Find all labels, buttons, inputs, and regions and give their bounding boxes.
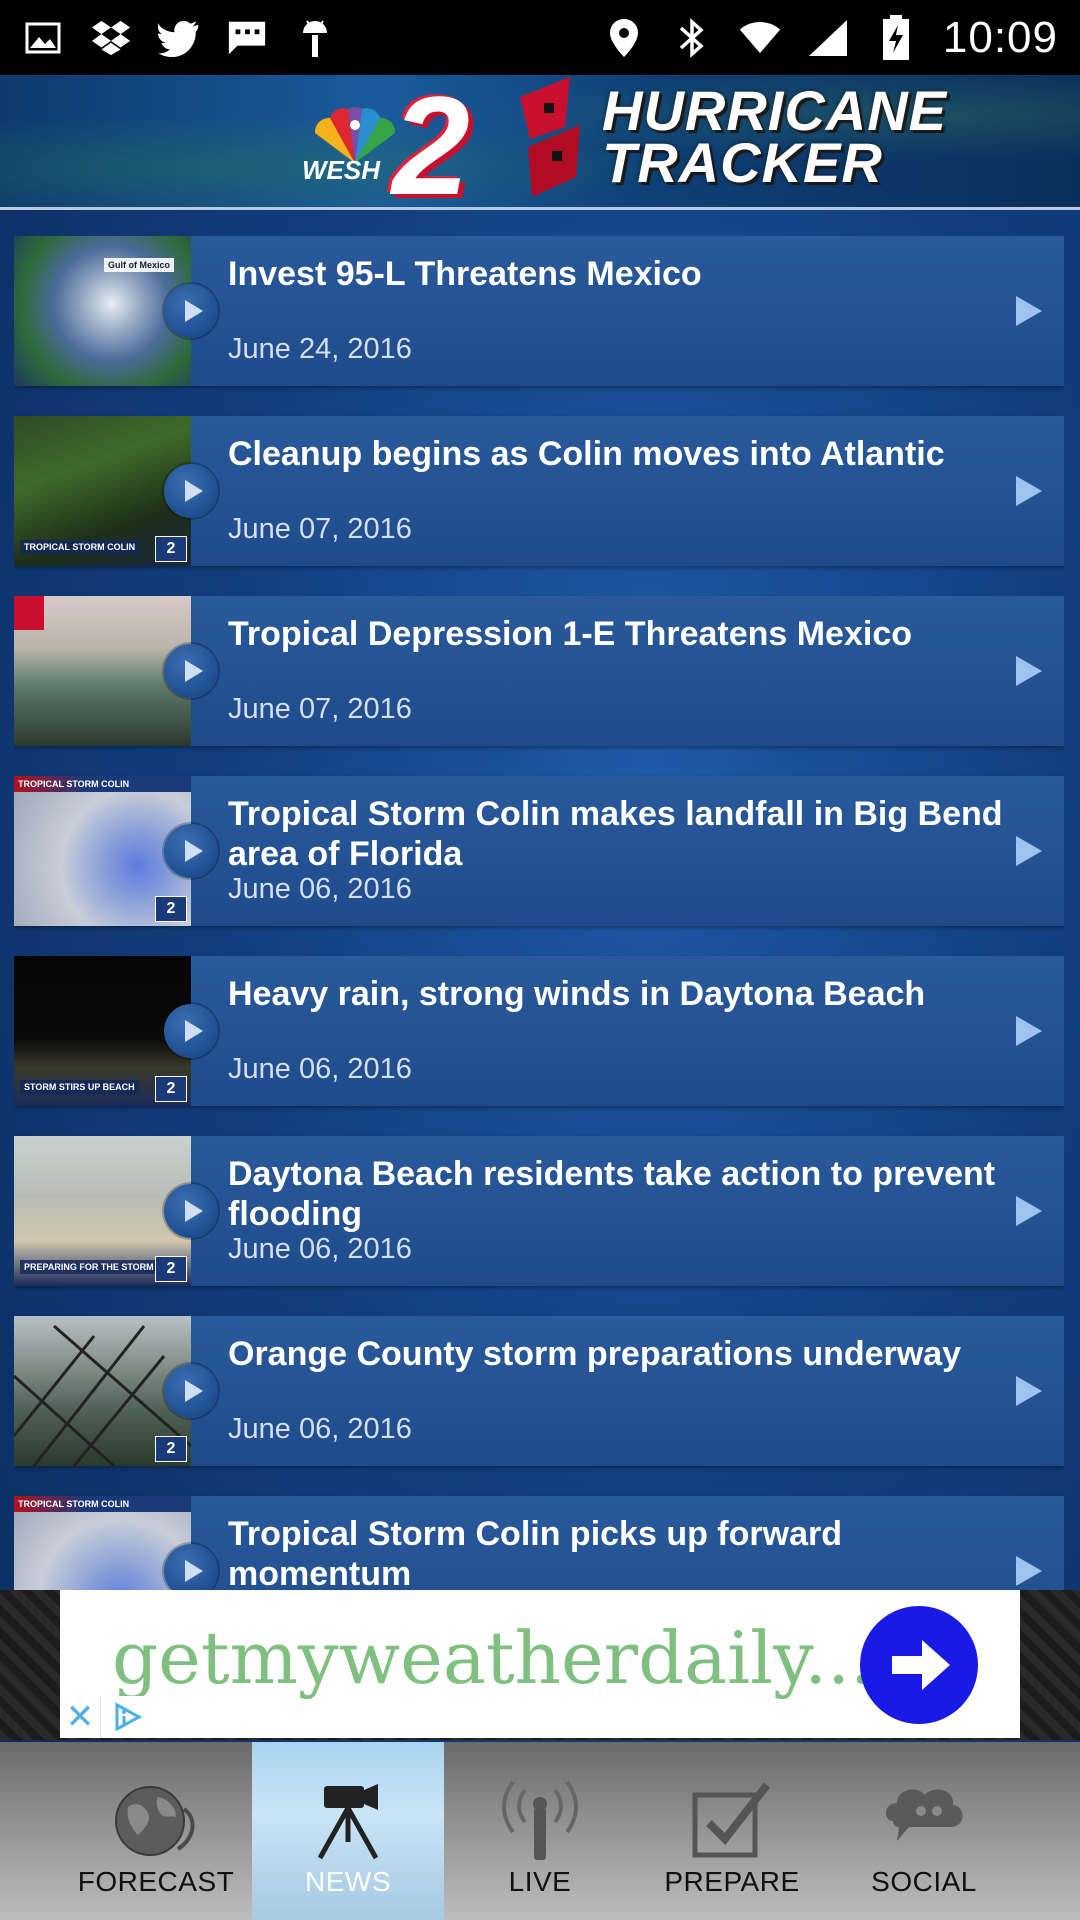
adchoices-icon[interactable] [106,1696,150,1738]
status-bar-system: 10:09 [581,13,1080,63]
close-icon[interactable]: ✕ [60,1696,101,1738]
news-item[interactable]: 2 Orange County storm preparations under… [14,1316,1064,1466]
news-item[interactable]: TROPICAL STORM COLIN 2 Tropical Storm Co… [14,776,1064,926]
station-name: WESH [302,155,380,185]
play-icon[interactable] [164,464,218,518]
ad-banner[interactable]: getmyweatherdaily... [60,1590,1020,1738]
wesh-logo: 2 [155,896,187,922]
wesh-logo: 2 [155,1256,187,1282]
thumb-badge [14,596,44,630]
location-icon [603,17,645,59]
tab-live[interactable]: LIVE [444,1742,636,1920]
channel-number: 2 [392,75,470,210]
tab-label: LIVE [508,1866,572,1897]
news-item[interactable]: TROPICAL STORM COLIN 2 Cleanup begins as… [14,416,1064,566]
news-item[interactable]: Tropical Depression 1-E Threatens Mexico… [14,596,1064,746]
news-title: Tropical Depression 1-E Threatens Mexico [228,615,913,653]
battery-charging-icon [875,14,917,60]
wesh-logo: 2 [155,536,187,562]
news-date: June 24, 2016 [228,333,412,365]
chevron-right-icon[interactable] [1016,1376,1042,1406]
wesh-logo: 2 [155,1076,187,1102]
thumb-caption: TROPICAL STORM COLIN [20,540,140,554]
tab-label: PREPARE [664,1866,800,1897]
message-icon [226,17,268,59]
news-title: Tropical Storm Colin makes landfall in B… [228,795,1003,873]
wesh-logo: 2 [155,1436,187,1462]
news-item[interactable]: STORM STIRS UP BEACH 2 Heavy rain, stron… [14,956,1064,1106]
news-date: June 06, 2016 [228,1053,412,1085]
play-icon[interactable] [164,1184,218,1238]
twitter-icon [158,17,200,59]
checklist-icon [684,1780,780,1860]
status-bar: 10:09 [0,0,1080,75]
tab-label: FORECAST [77,1866,235,1897]
news-title: Invest 95-L Threatens Mexico [228,255,702,293]
tab-forecast[interactable]: FORECAST [60,1742,252,1920]
antenna-icon [492,1780,588,1860]
news-title: Cleanup begins as Colin moves into Atlan… [228,435,945,473]
chevron-right-icon[interactable] [1016,1556,1042,1586]
thumb-header: TROPICAL STORM COLIN [14,776,191,792]
image-icon [22,17,64,59]
ad-text[interactable]: getmyweatherdaily... [112,1616,873,1700]
thumb-caption: PREPARING FOR THE STORM [20,1260,158,1274]
signal-icon [807,17,849,59]
chevron-right-icon[interactable] [1016,836,1042,866]
news-date: June 07, 2016 [228,513,412,545]
news-title: Tropical Storm Colin picks up forward mo… [228,1515,842,1590]
thumb-header: TROPICAL STORM COLIN [14,1496,191,1512]
tab-news[interactable]: NEWS [252,1742,444,1920]
wifi-icon [739,17,781,59]
news-date: June 07, 2016 [228,693,412,725]
camera-icon [300,1780,396,1860]
news-list[interactable]: Gulf of Mexico Invest 95-L Threatens Mex… [14,236,1064,1590]
chevron-right-icon[interactable] [1016,296,1042,326]
app-title-line1: HURRICANE [602,79,947,142]
app-title-line2: TRACKER [602,131,883,194]
android-icon [294,17,336,59]
news-date: June 06, 2016 [228,1233,412,1265]
news-date: June 06, 2016 [228,873,412,905]
chevron-right-icon[interactable] [1016,1196,1042,1226]
news-title: Orange County storm preparations underwa… [228,1335,962,1373]
thumb-caption: Gulf of Mexico [104,258,175,272]
play-icon[interactable] [164,824,218,878]
play-icon[interactable] [164,644,218,698]
hurricane-flags-logo [520,77,580,197]
clock: 10:09 [942,12,1058,62]
chevron-right-icon[interactable] [1016,1016,1042,1046]
play-icon[interactable] [164,1364,218,1418]
tab-label: NEWS [305,1866,391,1897]
news-item[interactable]: PREPARING FOR THE STORM 2 Daytona Beach … [14,1136,1064,1286]
tab-label: SOCIAL [871,1866,977,1897]
globe-icon [108,1780,204,1860]
play-icon[interactable] [164,284,218,338]
thumb-caption: STORM STIRS UP BEACH [20,1080,139,1094]
play-icon[interactable] [164,1004,218,1058]
news-item[interactable]: TROPICAL STORM COLIN Tropical Storm Coli… [14,1496,1064,1590]
status-bar-notifications [0,17,358,59]
ad-banner-area: getmyweatherdaily... ✕ [0,1590,1080,1740]
tab-social[interactable]: SOCIAL [828,1742,1020,1920]
dropbox-icon [90,17,132,59]
arrow-right-icon[interactable] [860,1606,978,1724]
play-icon[interactable] [164,1544,218,1590]
app-title: HURRICANE TRACKER [602,79,947,194]
app-header-banner: WESH 2 HURRICANE TRACKER [0,75,1080,210]
chevron-right-icon[interactable] [1016,476,1042,506]
tab-prepare[interactable]: PREPARE [636,1742,828,1920]
bottom-tab-bar: FORECAST NEWS LIVE PREPARE SOCIAL [0,1742,1080,1920]
news-title: Daytona Beach residents take action to p… [228,1155,996,1233]
chat-cloud-icon [876,1780,972,1860]
news-item[interactable]: Gulf of Mexico Invest 95-L Threatens Mex… [14,236,1064,386]
news-date: June 06, 2016 [228,1413,412,1445]
bluetooth-icon [671,17,713,59]
chevron-right-icon[interactable] [1016,656,1042,686]
news-title: Heavy rain, strong winds in Daytona Beac… [228,975,926,1013]
